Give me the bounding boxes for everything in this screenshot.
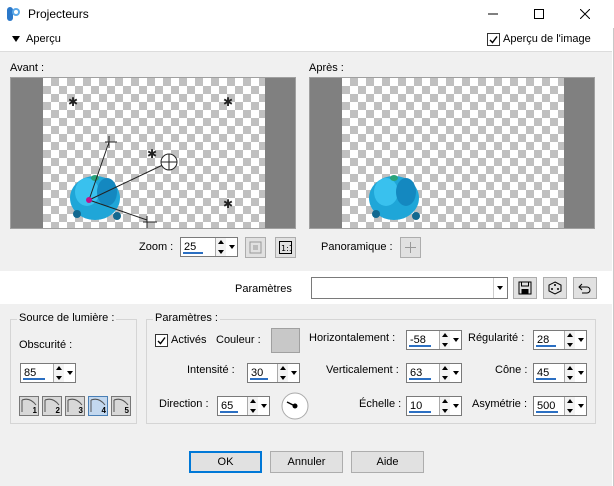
regularity-stepper[interactable]: 28 [533,330,587,350]
collapse-triangle-icon[interactable] [12,36,20,42]
active-checkbox[interactable] [155,334,168,347]
after-preview [309,77,595,229]
asymmetry-label: Asymétrie : [472,398,528,410]
pan-label: Panoramique : [321,241,393,253]
asymmetry-stepper[interactable]: 500 [533,396,587,416]
before-label: Avant : [10,62,45,74]
after-label: Après : [309,62,344,74]
cone-label: Cône : [495,364,528,376]
light-4-button[interactable]: 4 [88,396,108,416]
intensity-label: Intensité : [187,364,235,376]
save-disk-icon [518,281,532,295]
svg-text:1:1: 1:1 [281,244,292,253]
cancel-button[interactable]: Annuler [270,451,343,473]
light-3-button[interactable]: 3 [65,396,85,416]
vertical-stepper[interactable]: 63 [406,363,462,383]
darkness-stepper[interactable]: 85 [20,363,76,383]
pan-button[interactable] [400,237,421,258]
presets-dropdown[interactable] [311,277,508,299]
scale-label: Échelle : [359,398,402,410]
presets-label: Paramètres [235,283,292,295]
light-number: 1 [32,406,37,415]
color-label: Couleur : [216,334,261,346]
apercu-image-checkbox[interactable] [487,33,500,46]
preview-object [369,175,420,220]
window-title: Projecteurs [28,7,89,21]
before-preview[interactable]: ✱ ✱ ✱ ✱ [10,77,296,229]
paintshop-app-icon [7,7,20,21]
horizontal-label: Horizontalement : [309,332,396,344]
zoom-fit-button[interactable] [245,237,266,258]
light-marker-icon[interactable]: ✱ [223,198,233,210]
maximize-icon [534,9,544,19]
light-2-button[interactable]: 2 [42,396,62,416]
active-label[interactable]: Activés [171,334,206,346]
light-5-button[interactable]: 5 [111,396,131,416]
save-preset-button[interactable] [513,277,537,299]
maximize-button[interactable] [516,0,562,28]
projecteurs-dialog: Projecteurs Aperçu Aperçu de l'image Ava… [0,0,614,486]
close-button[interactable] [562,0,608,28]
random-preset-button[interactable] [543,277,567,299]
cone-stepper[interactable]: 45 [533,363,587,383]
light-number: 3 [78,406,83,415]
move-arrows-icon [405,242,416,253]
light-1-button[interactable]: 1 [19,396,39,416]
light-number: 2 [55,406,60,415]
help-button[interactable]: Aide [351,451,424,473]
horizontal-stepper[interactable]: -58 [406,330,462,350]
after-preview-content [369,175,420,220]
dice-icon [548,281,562,295]
color-swatch[interactable] [271,328,300,353]
zoom-stepper[interactable]: 25 [180,237,238,257]
minimize-icon [488,13,498,15]
light-source-title: Source de lumière : [17,312,117,324]
darkness-label: Obscurité : [19,339,73,351]
reset-preset-button[interactable] [573,277,597,299]
direction-label: Direction : [159,398,209,410]
apercu-toggle-label[interactable]: Aperçu [26,33,61,45]
vertical-label: Verticalement : [326,364,399,376]
scale-stepper[interactable]: 10 [406,396,462,416]
apercu-row: Aperçu Aperçu de l'image [0,29,612,51]
checkmark-icon [157,337,166,345]
parameters-title: Paramètres : [153,312,220,324]
light-number: 4 [101,406,106,415]
zoom-1to1-icon: 1:1 [279,241,292,254]
direction-stepper[interactable]: 65 [217,396,270,416]
zoom-1to1-button[interactable]: 1:1 [275,237,296,258]
intensity-stepper[interactable]: 30 [247,363,300,383]
zoom-label: Zoom : [139,241,174,253]
light-marker-icon[interactable]: ✱ [68,96,78,108]
reset-arrow-icon [578,283,591,294]
direction-dial-icon[interactable] [280,391,310,421]
ok-button[interactable]: OK [189,451,262,473]
checkmark-icon [489,36,498,44]
title-bar: Projecteurs [0,0,614,28]
minimize-button[interactable] [470,0,516,28]
light-number: 5 [124,406,129,415]
regularity-label: Régularité : [468,332,525,344]
light-marker-icon[interactable]: ✱ [223,96,233,108]
close-icon [580,9,590,19]
zoom-fit-icon [249,241,262,254]
light-marker-icon[interactable]: ✱ [147,148,157,160]
apercu-image-label[interactable]: Aperçu de l'image [503,33,591,45]
